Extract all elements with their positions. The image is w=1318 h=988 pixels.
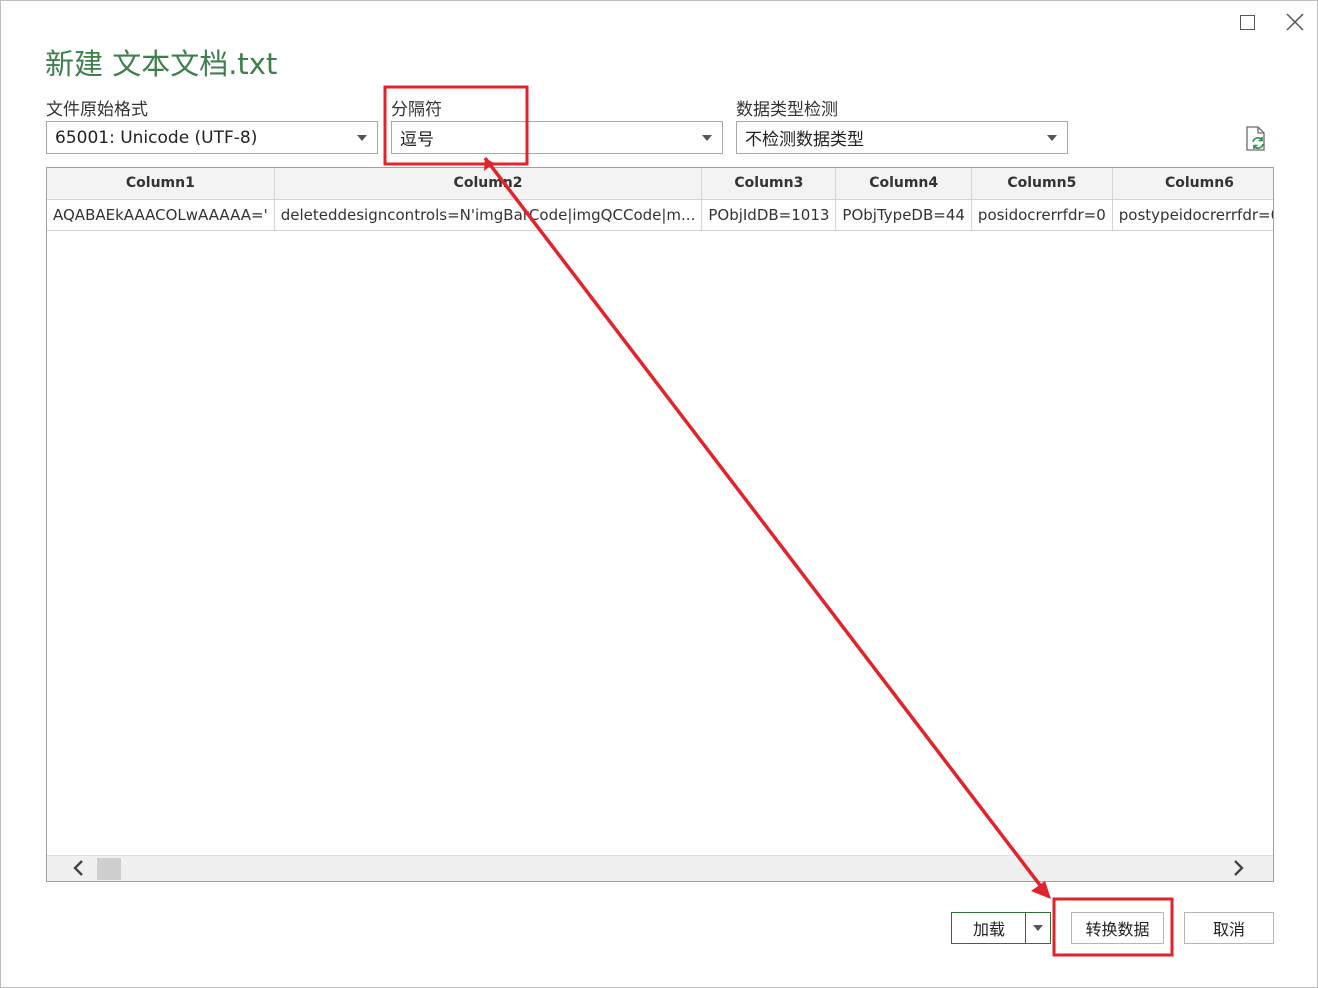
column-header[interactable]: Column6 [1112,168,1273,200]
cancel-button[interactable]: 取消 [1184,912,1274,944]
origin-label: 文件原始格式 [46,100,148,120]
maximize-icon [1239,14,1255,30]
table-cell: deleteddesigncontrols=N'imgBarCode|imgQC… [274,199,703,231]
scrollbar-thumb[interactable] [97,858,121,880]
column-header[interactable]: Column2 [274,168,703,200]
preview-grid[interactable]: Column1 Column2 Column3 Column4 Column5 … [46,167,1274,882]
dialog-title: 新建 文本文档.txt [45,47,278,81]
delimiter-select[interactable]: 逗号 [391,121,723,154]
chevron-down-icon [702,134,712,141]
table-cell: posidocrerrfdr=0 [971,199,1113,231]
column-header[interactable]: Column1 [47,168,275,200]
table-cell: postypeidocrerrfdr=0 [1112,199,1273,231]
table-cell: PObjTypeDB=44 [835,199,972,231]
delimiter-label: 分隔符 [391,100,442,120]
annotation-arrowhead [1031,881,1051,899]
horizontal-scrollbar[interactable] [47,855,1273,881]
load-button[interactable]: 加载 [951,912,1026,944]
origin-select[interactable]: 65001: Unicode (UTF-8) [46,121,378,154]
column-header[interactable]: Column3 [701,168,837,200]
detect-select[interactable]: 不检测数据类型 [736,121,1068,154]
maximize-button[interactable] [1232,7,1262,37]
origin-value: 65001: Unicode (UTF-8) [55,127,258,148]
load-dropdown-button[interactable] [1025,912,1051,944]
column-header[interactable]: Column4 [835,168,972,200]
refresh-file-icon[interactable] [1244,126,1268,152]
header-row: Column1 Column2 Column3 Column4 Column5 … [47,168,1273,200]
table-cell: PObjIdDB=1013 [701,199,837,231]
table-cell: AQABAEkAAACOLwAAAAA=' [47,199,275,231]
import-dialog: 新建 文本文档.txt 文件原始格式 65001: Unicode (UTF-8… [0,0,1318,988]
detect-value: 不检测数据类型 [745,130,864,150]
delimiter-value: 逗号 [400,130,434,150]
transform-data-button[interactable]: 转换数据 [1071,912,1164,944]
table-row: AQABAEkAAACOLwAAAAA=' deleteddesigncontr… [47,199,1273,231]
chevron-left-icon[interactable] [69,859,89,879]
chevron-down-icon [1047,134,1057,141]
chevron-down-icon [357,134,367,141]
chevron-right-icon[interactable] [1228,859,1248,879]
chevron-down-icon [1033,925,1043,931]
close-button[interactable] [1280,7,1310,37]
preview-table: Column1 Column2 Column3 Column4 Column5 … [47,168,1273,231]
detect-label: 数据类型检测 [736,100,838,120]
column-header[interactable]: Column5 [971,168,1113,200]
close-icon [1286,13,1304,31]
